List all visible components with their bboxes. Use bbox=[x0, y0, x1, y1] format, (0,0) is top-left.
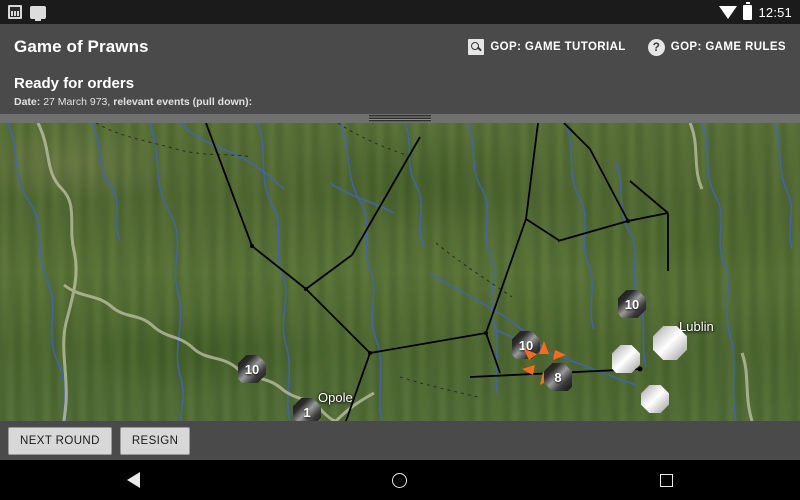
next-round-button[interactable]: NEXT ROUND bbox=[8, 426, 112, 455]
status-bar-left bbox=[8, 5, 46, 19]
game-rules-button[interactable]: ? GOP: GAME RULES bbox=[647, 38, 786, 56]
game-map[interactable]: Opole Lublin Kraków 10 1 10 bbox=[0, 123, 800, 421]
place-label: Opole bbox=[318, 390, 353, 405]
status-bar-right: 12:51 bbox=[719, 4, 792, 20]
unit-marker-battle-8[interactable]: 8 bbox=[522, 341, 572, 391]
game-tutorial-button[interactable]: GOP: GAME TUTORIAL bbox=[468, 39, 625, 55]
action-bar: Game of Prawns GOP: GAME TUTORIAL ? GOP:… bbox=[0, 24, 800, 70]
recents-icon bbox=[660, 473, 674, 487]
game-tutorial-label: GOP: GAME TUTORIAL bbox=[490, 41, 626, 53]
bottom-button-bar: NEXT ROUND RESIGN bbox=[0, 421, 800, 460]
rivers bbox=[7, 123, 793, 421]
screenshot-icon bbox=[8, 5, 22, 19]
dotted-frontier bbox=[95, 123, 513, 398]
home-button[interactable] bbox=[372, 460, 428, 500]
unit-marker-white-a[interactable] bbox=[612, 345, 640, 373]
help-circle-icon: ? bbox=[647, 38, 665, 56]
status-title: Ready for orders bbox=[14, 75, 135, 92]
app-title: Game of Prawns bbox=[14, 37, 149, 56]
unit-strength[interactable]: 8 bbox=[544, 363, 572, 391]
unit-strength[interactable]: 10 bbox=[238, 355, 266, 383]
unit-marker-lublin-10[interactable]: 10 bbox=[618, 290, 646, 318]
date-label: Date: bbox=[14, 96, 41, 108]
unit-marker-opole-10[interactable]: 10 bbox=[238, 355, 266, 383]
map-vectors bbox=[7, 123, 793, 421]
home-icon bbox=[392, 472, 408, 488]
unit-strength[interactable]: 10 bbox=[618, 290, 646, 318]
pull-down-handle[interactable] bbox=[369, 115, 431, 122]
country-borders bbox=[36, 123, 754, 421]
unit-marker-opole-1[interactable]: 1 bbox=[293, 398, 321, 421]
action-bar-actions: GOP: GAME TUTORIAL ? GOP: GAME RULES bbox=[468, 38, 786, 56]
resign-button[interactable]: RESIGN bbox=[119, 426, 191, 455]
unit-marker-white-c[interactable] bbox=[641, 385, 669, 413]
unit-strength[interactable] bbox=[653, 326, 687, 360]
back-button[interactable] bbox=[105, 460, 161, 500]
unit-strength[interactable]: 1 bbox=[293, 398, 321, 421]
unit-strength[interactable] bbox=[641, 385, 669, 413]
routes bbox=[205, 123, 669, 421]
unit-strength[interactable] bbox=[612, 345, 640, 373]
battery-icon bbox=[743, 4, 753, 20]
back-icon bbox=[126, 472, 140, 488]
events-label: relevant events (pull down): bbox=[113, 96, 253, 108]
app-root: 12:51 Game of Prawns GOP: GAME TUTORIAL … bbox=[0, 0, 800, 500]
recents-button[interactable] bbox=[639, 460, 695, 500]
doc-search-icon bbox=[468, 39, 485, 55]
cast-icon bbox=[30, 5, 46, 19]
status-bar-clock: 12:51 bbox=[758, 4, 792, 20]
android-nav-bar bbox=[0, 460, 800, 500]
unit-marker-white-b[interactable] bbox=[653, 326, 687, 360]
info-panel: Ready for orders Date: 27 March 973, rel… bbox=[0, 70, 800, 114]
date-line[interactable]: Date: 27 March 973, relevant events (pul… bbox=[14, 96, 786, 108]
unit-marker-central-10[interactable]: 10 bbox=[512, 331, 540, 359]
unit-strength[interactable]: 10 bbox=[512, 331, 540, 359]
wifi-icon bbox=[719, 5, 738, 19]
status-bar: 12:51 bbox=[0, 0, 800, 24]
date-value: 27 March 973, bbox=[43, 96, 111, 108]
game-rules-label: GOP: GAME RULES bbox=[670, 41, 786, 53]
